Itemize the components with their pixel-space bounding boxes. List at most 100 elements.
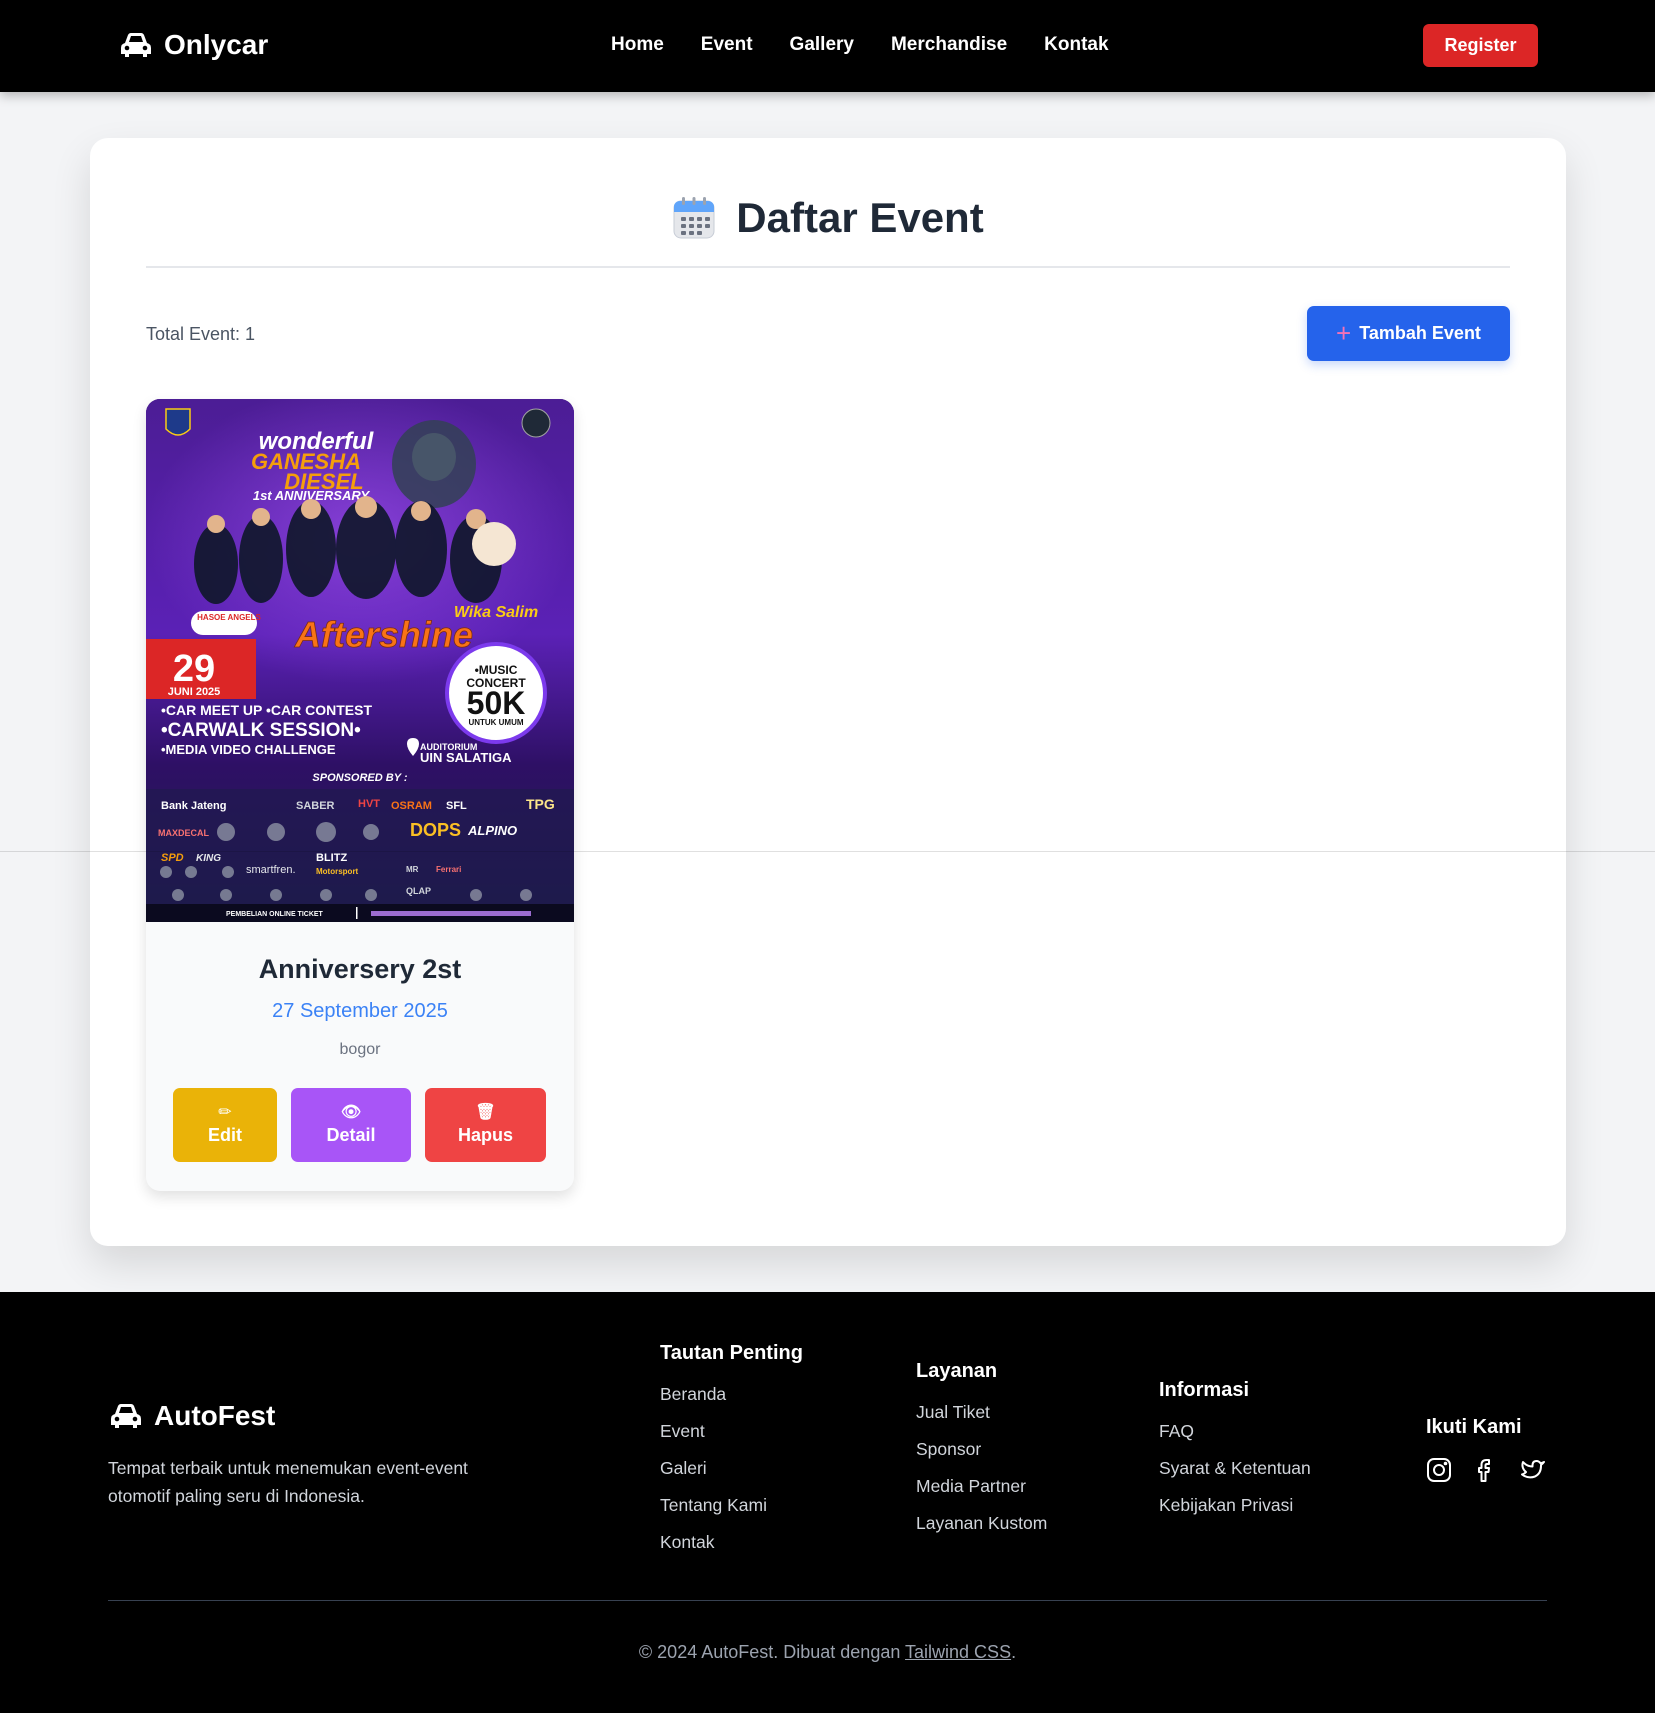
poster-venue-2: UIN SALATIGA (420, 750, 512, 765)
edit-label: Edit (208, 1124, 242, 1145)
footer-link-kebijakan[interactable]: Kebijakan Privasi (1159, 1492, 1311, 1529)
poster-sponsor: Motorsport (316, 867, 359, 876)
poster-guest: Aftershine (294, 614, 473, 655)
poster-activity-2: •CARWALK SESSION• (161, 720, 361, 741)
car-icon (121, 33, 151, 57)
poster-sponsor: smartfren. (246, 864, 296, 876)
copyright-text: © 2024 AutoFest. Dibuat dengan (638, 1642, 906, 1662)
footer-info-column: Informasi FAQ Syarat & Ketentuan Kebijak… (1159, 1379, 1311, 1529)
footer-link-beranda[interactable]: Beranda (660, 1381, 803, 1418)
page-title: Daftar Event (90, 194, 1566, 242)
poster-ticket-note: PEMBELIAN ONLINE TICKET (226, 911, 324, 918)
event-list-panel: Daftar Event Total Event: 1 + Tambah Eve… (90, 138, 1566, 1246)
poster-sponsor: HVT (358, 798, 380, 810)
footer-link-syarat[interactable]: Syarat & Ketentuan (1159, 1455, 1311, 1492)
footer-brand: AutoFest (108, 1400, 275, 1432)
brand-logo[interactable]: Onlycar (118, 29, 268, 61)
footer-links-column: Tautan Penting Beranda Event Galeri Tent… (660, 1342, 803, 1566)
delete-label: Hapus (457, 1124, 513, 1145)
footer-link-jual-tiket[interactable]: Jual Tiket (916, 1399, 1047, 1436)
nav-event[interactable]: Event (701, 34, 753, 56)
nav-home[interactable]: Home (611, 34, 664, 56)
footer-link-tentang-kami[interactable]: Tentang Kami (660, 1492, 803, 1529)
poster-sponsor: BLITZ (316, 852, 347, 864)
detail-label: Detail (326, 1124, 376, 1145)
poster-sponsor: DOPS (410, 820, 461, 840)
poster-sponsor: SFL (446, 800, 467, 812)
event-actions: ✏ Edit 👁 Detail 🗑 Hapus (173, 1088, 546, 1162)
calendar-icon (672, 196, 716, 240)
poster-activity-1: •CAR MEET UP •CAR CONTEST (161, 702, 372, 718)
navbar: Onlycar Home Event Gallery Merchandise K… (0, 0, 1655, 92)
footer-link-kontak[interactable]: Kontak (660, 1529, 803, 1566)
poster-sponsor: SPD (161, 852, 184, 864)
event-poster-image[interactable]: wonderful GANESHA DIESEL 1st ANNIVERSARY (146, 399, 574, 922)
poster-sponsor: Bank Jateng (161, 800, 226, 812)
event-location: bogor (339, 1041, 381, 1058)
add-event-button[interactable]: + Tambah Event (1307, 306, 1510, 361)
tailwind-link[interactable]: Tailwind CSS (905, 1642, 1011, 1662)
facebook-icon[interactable] (1473, 1457, 1499, 1483)
footer-link-layanan-kustom[interactable]: Layanan Kustom (916, 1510, 1047, 1547)
pencil-icon: ✏ (218, 1103, 232, 1121)
copyright: © 2024 AutoFest. Dibuat dengan Tailwind … (0, 1642, 1655, 1663)
copyright-suffix: . (1011, 1642, 1017, 1662)
plus-icon: + (1336, 317, 1352, 348)
poster-month: JUNI 2025 (168, 686, 221, 698)
nav-merchandise[interactable]: Merchandise (891, 34, 1007, 56)
total-event-count: Total Event: 1 (146, 324, 256, 344)
poster-day: 29 (173, 648, 215, 690)
follow-title: Ikuti Kami (1426, 1416, 1522, 1438)
footer-link-event[interactable]: Event (660, 1418, 803, 1455)
delete-button[interactable]: 🗑 Hapus (425, 1088, 546, 1162)
poster-sponsor: Ferrari (436, 865, 461, 874)
footer-brand-name: AutoFest (154, 1400, 276, 1431)
footer-column-title: Layanan (916, 1360, 998, 1382)
footer-link-galeri[interactable]: Galeri (660, 1455, 803, 1492)
poster-sponsor: OSRAM (391, 800, 432, 812)
page-heading: Daftar Event (736, 194, 984, 241)
footer-link-sponsor[interactable]: Sponsor (916, 1436, 1047, 1473)
footer-description: Tempat terbaik untuk menemukan event-eve… (108, 1458, 468, 1506)
nav-links: Home Event Gallery Merchandise Kontak (611, 34, 1109, 56)
brand-name: Onlycar (164, 29, 269, 60)
poster-activity-3: •MEDIA VIDEO CHALLENGE (161, 742, 336, 757)
register-button[interactable]: Register (1423, 24, 1538, 67)
eye-icon: 👁 (340, 1103, 362, 1121)
poster-sponsor-label: SPONSORED BY : (312, 772, 407, 784)
instagram-icon[interactable] (1426, 1457, 1452, 1483)
poster-concert-1: •MUSIC (475, 663, 518, 677)
twitter-icon[interactable] (1520, 1457, 1546, 1483)
poster-sponsor: MR (406, 865, 419, 874)
detail-button[interactable]: 👁 Detail (291, 1088, 411, 1162)
divider-line (0, 851, 1655, 852)
footer-link-media-partner[interactable]: Media Partner (916, 1473, 1047, 1510)
title-divider (146, 266, 1510, 268)
poster-sponsor: SABER (296, 800, 335, 812)
poster-sponsor: QLAP (406, 886, 431, 896)
poster-concert-price: 50K (467, 685, 526, 721)
poster-concert-note: UNTUK UMUM (468, 718, 523, 727)
footer-column-title: Informasi (1159, 1379, 1250, 1401)
poster-sponsor: TPG (526, 796, 555, 812)
nav-gallery[interactable]: Gallery (790, 34, 854, 56)
footer-link-faq[interactable]: FAQ (1159, 1418, 1311, 1455)
poster-sponsor: MAXDECAL (158, 828, 210, 838)
event-card: wonderful GANESHA DIESEL 1st ANNIVERSARY (146, 399, 574, 1191)
footer-divider (108, 1600, 1547, 1601)
car-icon (111, 1404, 141, 1428)
event-date: 27 September 2025 (272, 1000, 448, 1022)
edit-button[interactable]: ✏ Edit (173, 1088, 277, 1162)
footer-services-column: Layanan Jual Tiket Sponsor Media Partner… (916, 1360, 1047, 1547)
footer: AutoFest Tempat terbaik untuk menemukan … (0, 1292, 1655, 1713)
add-event-label: Tambah Event (1359, 323, 1481, 343)
footer-column-title: Tautan Penting (660, 1342, 803, 1364)
poster-badge: HASOE ANGELS (197, 613, 261, 622)
nav-kontak[interactable]: Kontak (1044, 34, 1108, 56)
poster-sponsor: KING (196, 853, 221, 864)
event-title: Anniversery 2st (258, 954, 462, 984)
footer-social: Ikuti Kami (1426, 1416, 1546, 1483)
poster-sponsor: ALPINO (467, 823, 517, 838)
trash-icon: 🗑 (475, 1103, 496, 1121)
poster-guest-2: Wika Salim (454, 604, 538, 621)
